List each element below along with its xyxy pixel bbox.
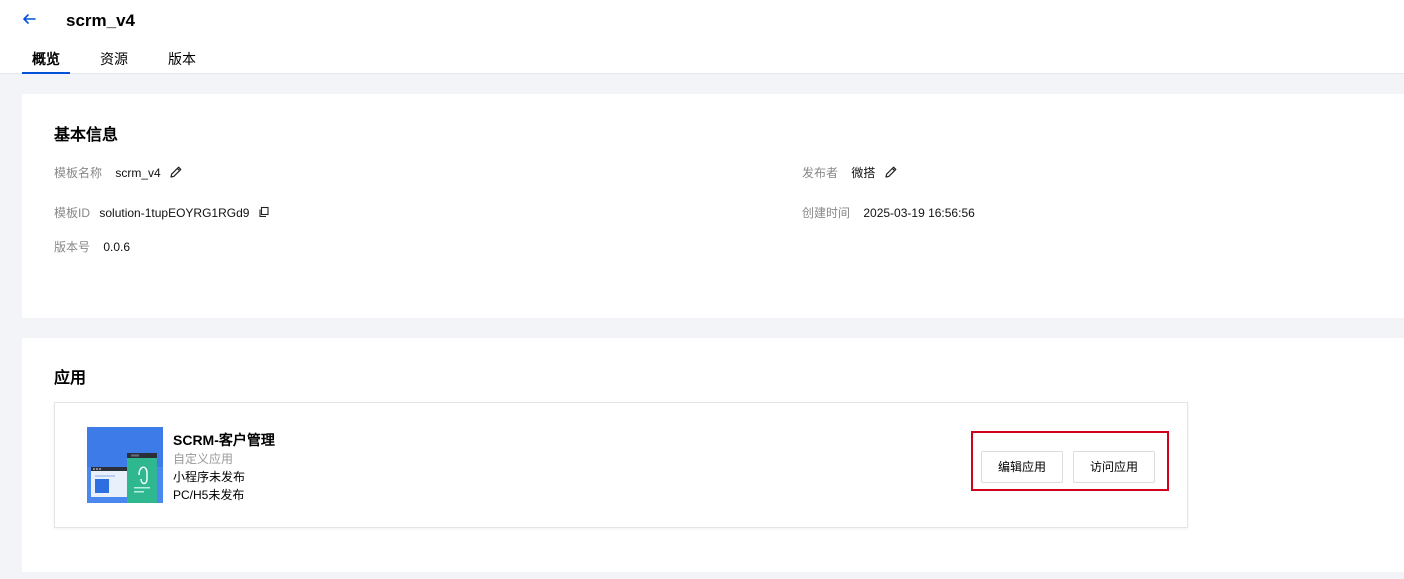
- template-id-label: 模板ID: [54, 206, 91, 220]
- tab-versions[interactable]: 版本: [160, 44, 204, 74]
- apps-title: 应用: [54, 370, 87, 387]
- app-type: 自定义应用: [173, 452, 234, 466]
- publisher-label: 发布者: [802, 166, 839, 181]
- template-name-field: 模板名称 scrm_v4: [54, 165, 183, 183]
- template-id-value: solution-1tupEOYRG1RGd9: [99, 206, 250, 220]
- version-label: 版本号: [54, 240, 91, 254]
- tab-active-indicator: [22, 72, 70, 74]
- version-field: 版本号 0.0.6: [54, 239, 130, 255]
- copy-template-id-button[interactable]: [258, 206, 270, 222]
- visit-app-button[interactable]: 访问应用: [1073, 451, 1155, 483]
- tab-label: 版本: [168, 51, 196, 67]
- pencil-icon: [170, 166, 182, 178]
- tab-label: 资源: [100, 51, 128, 67]
- arrow-left-icon: [23, 14, 36, 24]
- miniprogram-status: 小程序未发布: [173, 470, 246, 484]
- apps-card: 应用 SCRM-客户管理 自定义应用 小程序未发布 PC/H5未发布 编辑应用 …: [22, 338, 1404, 572]
- tab-resources[interactable]: 资源: [92, 44, 136, 74]
- created-time-label: 创建时间: [802, 206, 851, 220]
- tab-label: 概览: [32, 51, 60, 67]
- template-id-field: 模板ID solution-1tupEOYRG1RGd9: [54, 205, 270, 222]
- version-value: 0.0.6: [103, 240, 131, 254]
- template-name-value: scrm_v4: [115, 166, 161, 181]
- highlight-box: 编辑应用 访问应用: [971, 431, 1169, 491]
- h5-status: PC/H5未发布: [173, 488, 245, 502]
- back-button[interactable]: [20, 9, 40, 29]
- created-time-value: 2025-03-19 16:56:56: [863, 206, 975, 220]
- basic-info-card: 基本信息 模板名称 scrm_v4 发布者 微搭 模板ID solution-1…: [22, 94, 1404, 318]
- edit-template-name-button[interactable]: [169, 165, 183, 183]
- copy-icon: [259, 206, 269, 217]
- pencil-icon: [885, 166, 897, 178]
- app-thumbnail: [87, 427, 163, 503]
- app-item: SCRM-客户管理 自定义应用 小程序未发布 PC/H5未发布 编辑应用 访问应…: [54, 402, 1188, 528]
- created-time-field: 创建时间 2025-03-19 16:56:56: [802, 205, 975, 221]
- edit-publisher-button[interactable]: [884, 165, 898, 183]
- page-header: scrm_v4 概览 资源 版本: [0, 0, 1404, 74]
- app-name: SCRM-客户管理: [173, 432, 275, 448]
- basic-info-title: 基本信息: [54, 127, 119, 144]
- publisher-value: 微搭: [851, 166, 876, 181]
- tab-overview[interactable]: 概览: [22, 44, 70, 74]
- publisher-field: 发布者 微搭: [802, 165, 898, 183]
- page-title: scrm_v4: [66, 11, 136, 30]
- template-name-label: 模板名称: [54, 166, 103, 181]
- edit-app-button[interactable]: 编辑应用: [981, 451, 1063, 483]
